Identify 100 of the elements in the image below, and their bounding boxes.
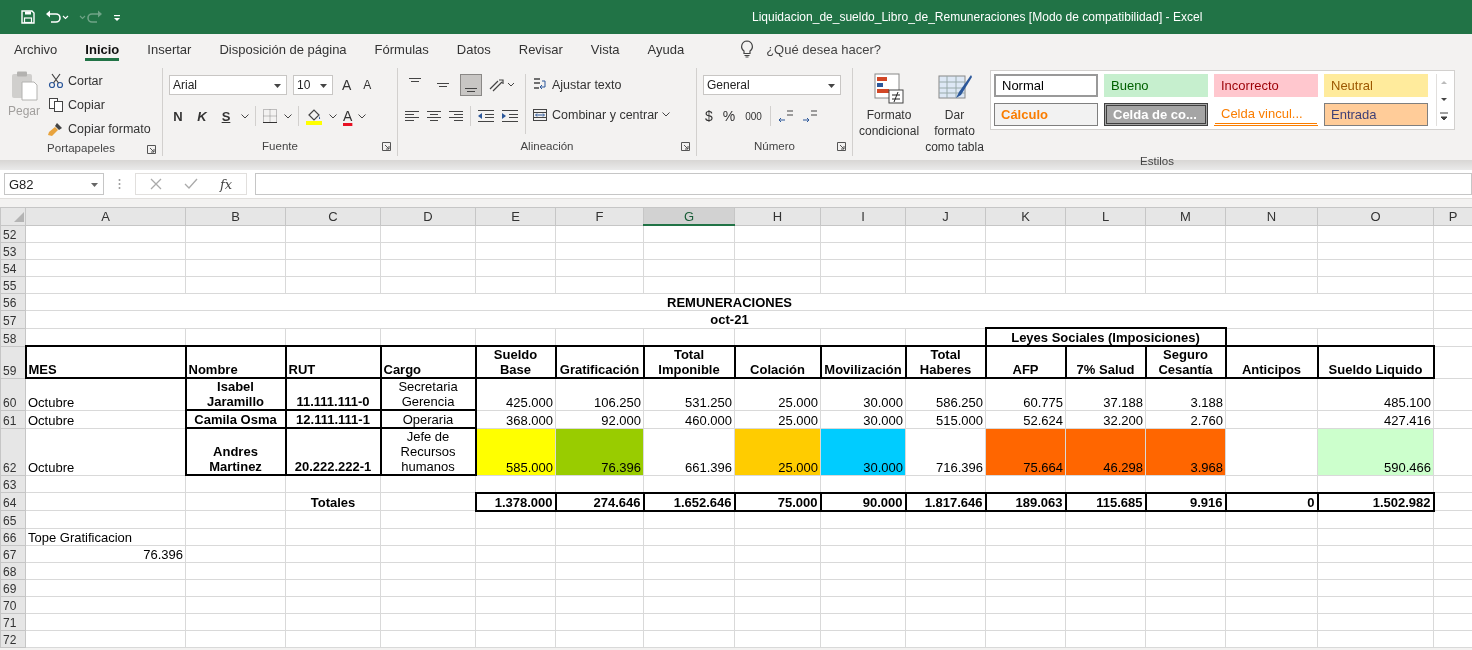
table-cell: 661.396 — [643, 428, 735, 475]
dialog-launcher-icon[interactable] — [147, 145, 156, 154]
cell-style-button[interactable]: Neutral — [1324, 74, 1428, 97]
column-header[interactable]: M — [1145, 207, 1226, 225]
total-label: Totales — [285, 492, 381, 511]
total-cell: 1.378.000 — [475, 492, 556, 511]
dialog-launcher-icon[interactable] — [681, 142, 690, 151]
column-header[interactable]: O — [1317, 207, 1434, 225]
increase-indent-icon[interactable] — [501, 108, 519, 124]
column-header[interactable]: H — [734, 207, 821, 225]
row-header[interactable]: 59 — [0, 346, 26, 378]
table-cell: 60.775 — [985, 378, 1066, 410]
font-size-dropdown[interactable]: 10 — [293, 75, 333, 95]
caret-icon[interactable] — [241, 113, 249, 119]
clipboard-button[interactable]: Copiar — [48, 94, 151, 115]
column-header[interactable]: I — [820, 207, 906, 225]
column-header[interactable]: D — [380, 207, 476, 225]
font-style-button[interactable]: N — [169, 108, 187, 124]
table-cell: 25.000 — [734, 378, 821, 410]
align-right-icon[interactable] — [448, 108, 464, 124]
column-header[interactable]: P — [1433, 207, 1472, 225]
caret-icon[interactable] — [329, 113, 337, 119]
ribbon-tab[interactable]: Disposición de página — [209, 34, 357, 64]
column-heading: Movilización — [820, 346, 906, 378]
ribbon-tab[interactable]: Inicio — [75, 34, 130, 64]
number-format-button[interactable]: % — [720, 108, 738, 124]
formula-input[interactable] — [255, 173, 1472, 195]
ribbon-tab[interactable]: Archivo — [4, 34, 68, 64]
column-header[interactable]: N — [1225, 207, 1318, 225]
cell-style-button[interactable]: Bueno — [1104, 74, 1208, 97]
column-header[interactable]: L — [1065, 207, 1146, 225]
total-cell: 75.000 — [734, 492, 821, 511]
caret-icon[interactable] — [358, 113, 367, 119]
bottom-align-button[interactable] — [460, 74, 482, 96]
conditional-format-button[interactable]: Formato condicional — [859, 68, 920, 139]
ribbon-tab[interactable]: Revisar — [508, 34, 573, 64]
clipboard-button[interactable]: Copiar formato — [48, 118, 151, 139]
conditional-format-icon — [873, 72, 905, 104]
font-color-button[interactable]: A — [343, 108, 353, 124]
clipboard-button[interactable]: Cortar — [48, 70, 151, 91]
caret-icon — [320, 84, 327, 88]
column-heading: Gratificación — [555, 346, 644, 378]
number-format-dropdown[interactable]: General — [703, 75, 841, 95]
align-center-icon[interactable] — [426, 108, 442, 124]
column-header[interactable]: G — [643, 207, 735, 225]
shrink-font-button[interactable]: A — [360, 78, 375, 92]
caret-icon — [274, 84, 281, 88]
fill-bucket-icon[interactable] — [305, 107, 323, 125]
column-header[interactable]: C — [285, 207, 381, 225]
ribbon-tab[interactable]: Datos — [446, 34, 501, 64]
insert-function-button[interactable]: fx — [220, 176, 233, 192]
align-left-icon[interactable] — [404, 108, 420, 124]
format-as-table-button[interactable]: Dar formato como tabla — [925, 68, 984, 155]
name-box[interactable]: G82 — [4, 173, 104, 195]
dialog-launcher-icon[interactable] — [837, 142, 846, 151]
table-cell: 460.000 — [643, 410, 735, 428]
save-icon[interactable] — [20, 9, 36, 25]
drag-handle-icon[interactable] — [118, 178, 121, 190]
row-header[interactable]: 62 — [0, 428, 26, 475]
font-dropdown[interactable]: Arial — [169, 75, 287, 95]
table-cell: Secretaria Gerencia — [380, 378, 476, 410]
wrap-text-button[interactable]: Ajustar texto — [532, 74, 671, 95]
column-header[interactable]: F — [555, 207, 644, 225]
cell-style-button[interactable]: Entrada — [1324, 103, 1428, 126]
table-cell: 75.664 — [985, 428, 1066, 475]
font-style-button[interactable]: K — [193, 108, 211, 124]
borders-icon[interactable] — [262, 108, 278, 124]
ribbon-tab[interactable]: Insertar — [137, 34, 202, 64]
merge-center-button[interactable]: Combinar y centrar — [532, 104, 671, 125]
caret-icon — [91, 183, 98, 187]
check-icon[interactable] — [184, 178, 198, 190]
column-heading: Total Haberes — [905, 346, 986, 378]
font-style-button[interactable]: S — [217, 108, 235, 124]
dialog-launcher-icon[interactable] — [382, 142, 391, 151]
undo-icon[interactable] — [44, 9, 70, 25]
total-cell: 1.817.646 — [905, 492, 986, 511]
column-header[interactable]: J — [905, 207, 986, 225]
column-header[interactable]: K — [985, 207, 1066, 225]
table-cell: 368.000 — [475, 410, 556, 428]
total-cell: 274.646 — [555, 492, 644, 511]
ribbon-tab[interactable]: Ayuda — [637, 34, 695, 64]
ribbon-tab[interactable]: Fórmulas — [364, 34, 439, 64]
cell-style-button[interactable]: Normal — [994, 74, 1098, 97]
table-cell: 427.416 — [1317, 410, 1434, 428]
orientation-icon[interactable] — [488, 77, 516, 93]
number-format-button[interactable]: 000 — [743, 110, 764, 122]
grow-font-button[interactable]: A — [339, 77, 355, 93]
table-cell: 531.250 — [643, 378, 735, 410]
column-header[interactable]: A — [25, 207, 186, 225]
cell-style-button[interactable]: Incorrecto — [1214, 74, 1318, 97]
search-field[interactable]: ¿Qué desea hacer? — [764, 40, 939, 58]
row-header[interactable]: 60 — [0, 378, 26, 410]
number-format-button[interactable]: $ — [703, 108, 715, 124]
column-header[interactable]: B — [185, 207, 286, 225]
ribbon-tab[interactable]: Vista — [580, 34, 630, 64]
table-cell: 2.760 — [1145, 410, 1226, 428]
decrease-indent-icon[interactable] — [477, 108, 495, 124]
caret-icon[interactable] — [284, 113, 292, 119]
group-label: Fuente — [262, 140, 298, 152]
column-header[interactable]: E — [475, 207, 556, 225]
